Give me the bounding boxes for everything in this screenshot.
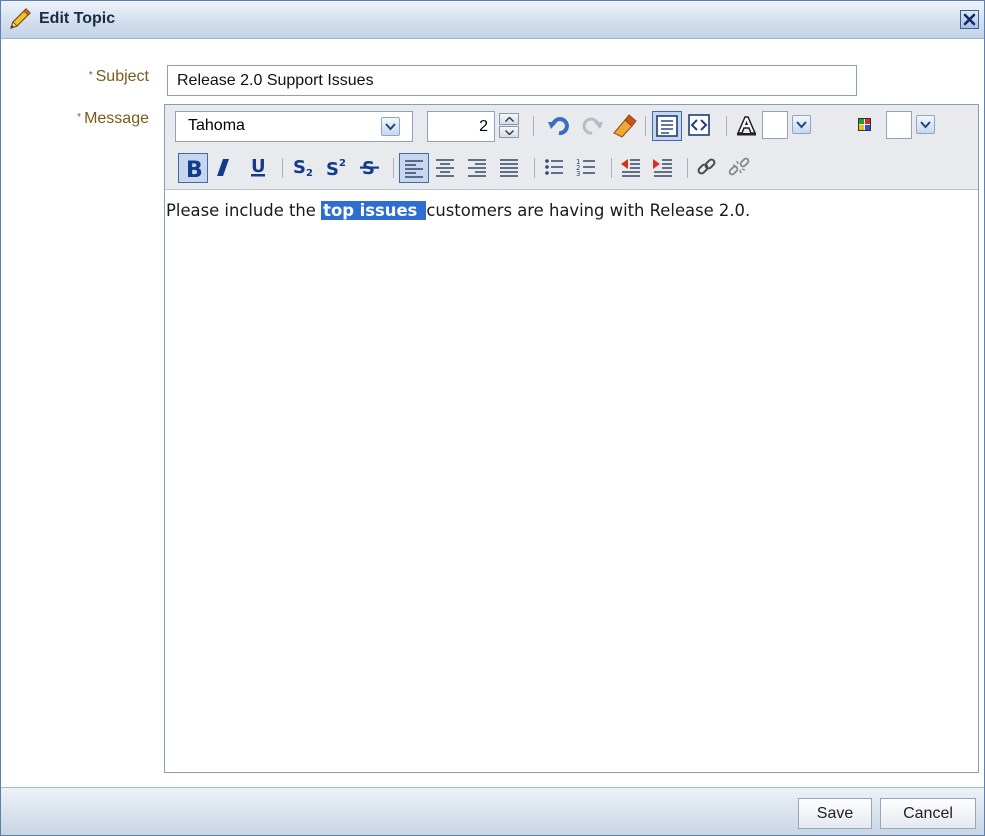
cancel-button[interactable]: Cancel bbox=[880, 798, 976, 829]
chevron-down-icon[interactable] bbox=[381, 117, 400, 136]
toolbar-separator bbox=[534, 158, 535, 178]
bold-icon[interactable]: B bbox=[178, 153, 208, 183]
redo-icon[interactable] bbox=[577, 111, 607, 141]
indent-icon[interactable] bbox=[649, 153, 679, 183]
align-right-icon[interactable] bbox=[463, 153, 493, 183]
toolbar-separator bbox=[393, 158, 394, 178]
superscript-icon[interactable]: S2 bbox=[322, 153, 352, 183]
toolbar-separator bbox=[726, 116, 727, 136]
editor-toolbar-row-2: B U S2 S2 S bbox=[165, 147, 978, 190]
svg-text:S: S bbox=[326, 159, 339, 179]
pencil-icon bbox=[8, 7, 32, 31]
svg-text:U: U bbox=[251, 156, 266, 177]
rich-text-editor: Tahoma 2 B U S 2 S 2 1 2 3 Please includ… bbox=[164, 104, 979, 773]
justify-icon[interactable] bbox=[495, 153, 525, 183]
chevron-down-icon[interactable] bbox=[792, 115, 811, 134]
font-size-spinner bbox=[499, 113, 519, 139]
required-mark: * bbox=[88, 70, 93, 81]
subject-label-text: Subject bbox=[95, 68, 149, 85]
subject-label: * Subject bbox=[9, 68, 149, 86]
font-family-value: Tahoma bbox=[188, 117, 245, 134]
svg-text:B: B bbox=[186, 158, 203, 180]
svg-text:3: 3 bbox=[576, 170, 580, 178]
source-code-mode-icon[interactable] bbox=[685, 111, 715, 141]
subject-input[interactable] bbox=[167, 65, 857, 96]
numbered-list-icon[interactable]: 123 bbox=[572, 153, 602, 183]
toolbar-separator bbox=[611, 158, 612, 178]
font-size-input[interactable]: 2 bbox=[427, 111, 495, 142]
svg-text:S: S bbox=[293, 157, 306, 178]
svg-text:2: 2 bbox=[339, 158, 346, 169]
spinner-down-icon[interactable] bbox=[499, 126, 519, 138]
dialog-titlebar: Edit Topic bbox=[1, 1, 984, 39]
align-center-icon[interactable] bbox=[431, 153, 461, 183]
message-text-before: Please include the bbox=[166, 201, 322, 220]
message-text-after: customers are having with Release 2.0. bbox=[426, 201, 751, 220]
outdent-icon[interactable] bbox=[617, 153, 647, 183]
svg-text:2: 2 bbox=[306, 168, 313, 179]
align-left-icon[interactable] bbox=[399, 153, 429, 183]
font-color-swatch[interactable] bbox=[762, 111, 788, 139]
close-x-icon bbox=[963, 13, 976, 26]
undo-icon[interactable] bbox=[544, 111, 574, 141]
message-content-area[interactable]: Please include the top issues customers a… bbox=[165, 190, 978, 772]
message-label-text: Message bbox=[84, 110, 149, 127]
save-button[interactable]: Save bbox=[798, 798, 872, 829]
clear-formatting-eraser-icon[interactable] bbox=[609, 111, 639, 141]
underline-icon[interactable]: U bbox=[244, 153, 274, 183]
edit-topic-dialog: Edit Topic *Subject *Message Tahoma 2 bbox=[0, 0, 985, 836]
toolbar-separator bbox=[282, 158, 283, 178]
subscript-icon[interactable]: S2 bbox=[289, 153, 319, 183]
toolbar-separator bbox=[533, 116, 534, 136]
selected-text: top issues bbox=[321, 201, 427, 220]
message-label: * Message bbox=[9, 110, 149, 128]
rich-text-mode-icon[interactable] bbox=[652, 111, 682, 141]
background-color-swatch[interactable] bbox=[886, 111, 912, 139]
font-family-select[interactable]: Tahoma bbox=[175, 111, 413, 142]
bullet-list-icon[interactable] bbox=[540, 153, 570, 183]
toolbar-separator bbox=[645, 116, 646, 136]
remove-link-icon[interactable] bbox=[725, 153, 755, 183]
strikethrough-icon[interactable]: S bbox=[356, 153, 386, 183]
editor-toolbar-row-1: Tahoma 2 bbox=[165, 105, 978, 148]
italic-icon[interactable] bbox=[211, 153, 241, 183]
background-color-icon[interactable] bbox=[853, 111, 883, 141]
close-button[interactable] bbox=[960, 10, 979, 29]
font-color-icon[interactable] bbox=[732, 111, 762, 141]
insert-link-icon[interactable] bbox=[693, 153, 723, 183]
dialog-footer: Save Cancel bbox=[1, 787, 984, 835]
spinner-up-icon[interactable] bbox=[499, 113, 519, 125]
dialog-title: Edit Topic bbox=[39, 10, 116, 27]
required-mark: * bbox=[77, 112, 82, 123]
toolbar-separator bbox=[687, 158, 688, 178]
chevron-down-icon[interactable] bbox=[916, 115, 935, 134]
